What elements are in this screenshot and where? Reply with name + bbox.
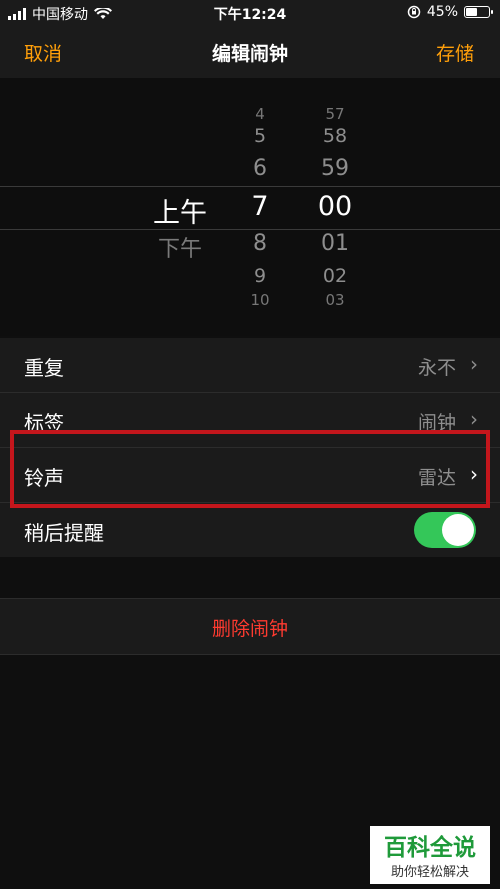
delete-alarm-row[interactable]: 删除闹钟 [0,598,500,655]
snooze-row: 稍后提醒 [0,503,500,557]
hour-option[interactable]: 10 [225,291,295,309]
delete-alarm-button[interactable]: 删除闹钟 [0,614,500,641]
hour-option[interactable]: 7 [225,191,295,222]
hour-option[interactable]: 5 [225,125,295,147]
snooze-label: 稍后提醒 [24,521,104,545]
page-title: 编辑闹钟 [211,43,288,65]
repeat-label: 重复 [24,356,64,380]
ampm-option-pm[interactable]: 下午 [140,231,220,263]
chevron-right-icon: › [470,352,478,376]
hour-option[interactable]: 9 [225,265,295,287]
minute-option[interactable]: 01 [295,231,375,256]
watermark-title: 百科全说 [384,835,476,861]
battery-icon [464,6,493,18]
repeat-row[interactable]: 重复 永不 › [0,338,500,393]
ampm-option-am[interactable]: 上午 [140,191,220,230]
time-picker[interactable]: 上午 下午 4 5 6 7 8 9 10 57 58 59 00 01 02 0… [0,78,500,336]
status-bar-right: 45% [407,4,493,20]
battery-fill [466,8,477,16]
minute-option[interactable]: 59 [295,156,375,181]
hour-option[interactable]: 6 [225,156,295,181]
minute-option[interactable]: 02 [295,265,375,287]
minute-option[interactable]: 57 [295,105,375,123]
hour-option[interactable]: 4 [225,105,295,123]
watermark-logo: 百科全说 助你轻松解决 [370,826,490,884]
toggle-knob [442,514,474,546]
minute-option[interactable]: 00 [295,191,375,222]
save-button[interactable]: 存储 [436,39,474,66]
highlight-box [10,430,490,508]
minute-option[interactable]: 58 [295,125,375,147]
repeat-value: 永不 [417,357,456,379]
orientation-lock-icon [407,5,421,19]
minute-wheel[interactable]: 57 58 59 00 01 02 03 [295,78,375,336]
battery-percent: 45% [426,4,458,20]
hour-wheel[interactable]: 4 5 6 7 8 9 10 [225,78,295,336]
status-bar: 中国移动 下午12:24 45% [0,0,500,26]
watermark-subtitle: 助你轻松解决 [390,865,469,880]
chevron-right-icon: › [470,407,478,431]
minute-option[interactable]: 03 [295,291,375,309]
snooze-toggle[interactable] [414,512,476,548]
ampm-wheel[interactable]: 上午 下午 [140,78,220,336]
nav-bar: 取消 编辑闹钟 存储 [0,26,500,79]
hour-option[interactable]: 8 [225,231,295,256]
